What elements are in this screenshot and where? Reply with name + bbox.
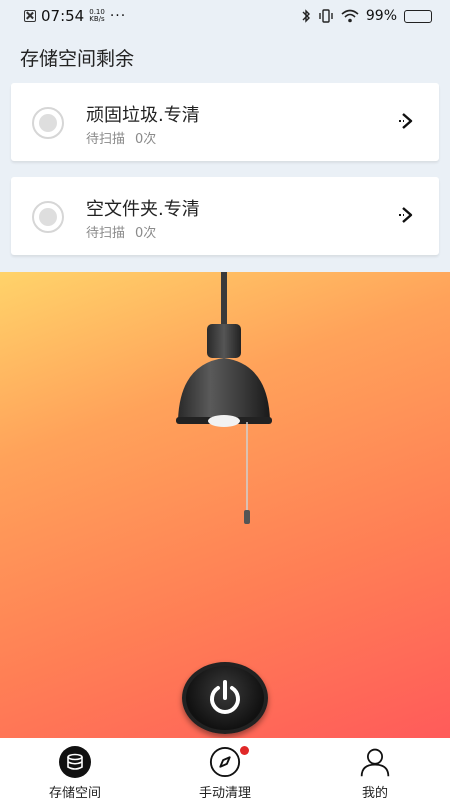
wifi-icon: [341, 9, 359, 23]
status-time: 07:54: [41, 7, 85, 25]
tab-storage[interactable]: 存储空间: [0, 738, 150, 800]
status-bar: 07:54 0.10 KB/s ··· 99%: [0, 0, 450, 32]
power-button[interactable]: [182, 662, 268, 734]
pendant-lamp-icon[interactable]: [160, 272, 290, 532]
arrow-right-icon[interactable]: [395, 204, 417, 226]
bottom-tab-bar: 存储空间 手动清理 我的: [0, 738, 450, 800]
tab-label: 我的: [361, 786, 388, 800]
card-title: 顽固垃圾.专清: [86, 105, 200, 126]
compass-icon: [209, 746, 241, 778]
clean-card-stubborn-junk[interactable]: 顽固垃圾.专清 待扫描 0次: [11, 83, 439, 161]
card-subtitle: 待扫描 0次: [86, 128, 156, 147]
card-title: 空文件夹.专清: [86, 199, 200, 220]
card-radio-icon: [32, 107, 64, 139]
scan-count: 0次: [135, 226, 157, 241]
scan-status: 待扫描: [86, 226, 126, 241]
database-icon: [59, 746, 91, 778]
page-title: 存储空间剩余: [20, 48, 135, 70]
network-speed: 0.10 KB/s: [89, 8, 105, 23]
power-icon: [210, 680, 240, 714]
user-icon: [359, 746, 391, 778]
notification-badge: [240, 746, 249, 755]
notification-x-icon: [24, 10, 36, 22]
tab-mine[interactable]: 我的: [300, 738, 450, 800]
scan-status: 待扫描: [86, 132, 126, 147]
scan-count: 0次: [135, 132, 157, 147]
card-radio-icon: [32, 201, 64, 233]
battery-icon: [404, 9, 432, 23]
clean-card-empty-folders[interactable]: 空文件夹.专清 待扫描 0次: [11, 177, 439, 255]
tab-label: 存储空间: [48, 786, 101, 800]
arrow-right-icon[interactable]: [395, 110, 417, 132]
tab-label: 手动清理: [198, 786, 251, 800]
battery-percent: 99%: [365, 8, 397, 24]
bluetooth-icon: [302, 9, 310, 23]
more-notifications: ···: [109, 8, 127, 24]
card-subtitle: 待扫描 0次: [86, 222, 156, 241]
vibrate-icon: [319, 9, 333, 23]
tab-manual-clean[interactable]: 手动清理: [150, 738, 300, 800]
